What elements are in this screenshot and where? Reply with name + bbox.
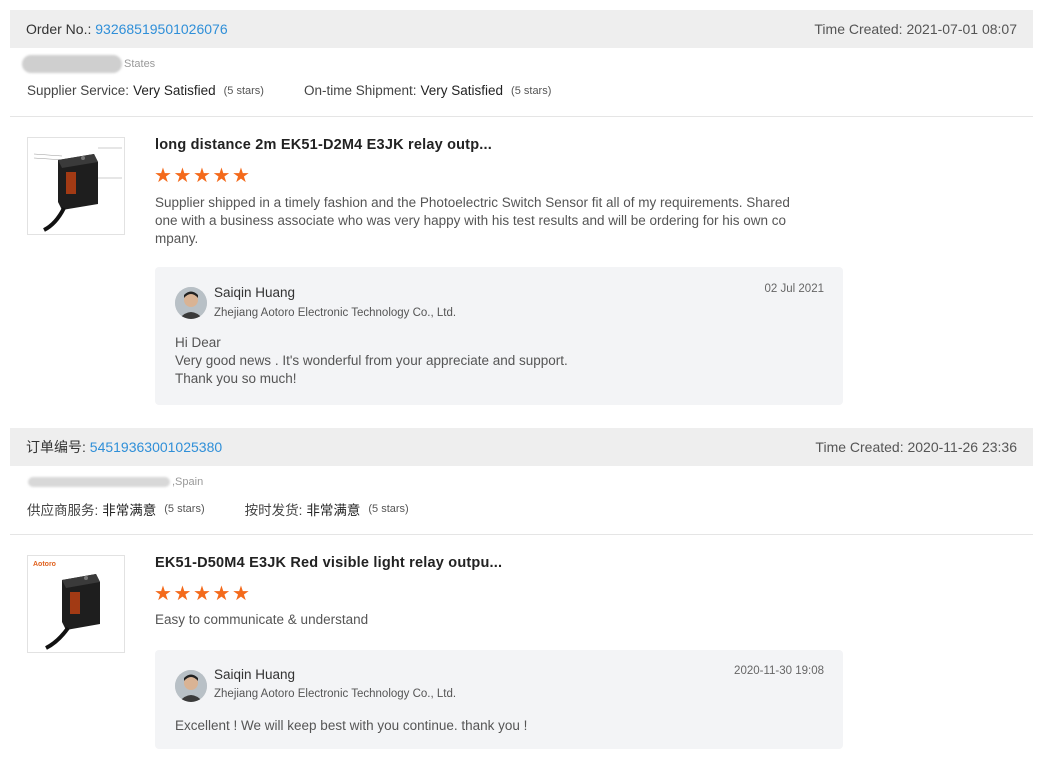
buyer-location: ,Spain [22, 473, 203, 491]
review-comment: Easy to communicate & understand [155, 612, 369, 627]
order-number-label: 订单编号: [26, 439, 86, 455]
star-icon: ★ [232, 583, 250, 605]
star-icon: ★ [212, 165, 231, 187]
reply-text: Hi Dear Very good news . It's wonderful … [175, 334, 568, 388]
reply-line: Hi Dear [175, 335, 221, 350]
reply-date: 02 Jul 2021 [764, 283, 824, 295]
shipment-label: 按时发货: [244, 503, 303, 518]
seller-name: Saiqin Huang [214, 667, 296, 682]
star-icon: ★ [193, 165, 211, 187]
reply-date: 2020-11-30 19:08 [734, 665, 824, 677]
buyer-info: States Supplier Service: Very Satisfied … [10, 48, 1033, 117]
product-thumbnail[interactable] [27, 137, 125, 235]
order-number-block: Order No.: 93268519501026076 [26, 21, 228, 37]
seller-name: Saiqin Huang [214, 285, 296, 300]
order-number-label: Order No.: [26, 21, 92, 37]
order-number-link[interactable]: 93268519501026076 [95, 21, 227, 37]
rating-stars: ★ ★ ★ ★ ★ [154, 584, 252, 604]
review-card: 订单编号: 54519363001025380 Time Created: 20… [10, 428, 1033, 749]
brand-logo-text: Aotoro [33, 561, 56, 568]
seller-company: Zhejiang Aotoro Electronic Technology Co… [214, 688, 457, 700]
seller-avatar [175, 287, 207, 319]
supplier-service-value: Very Satisfied [133, 83, 216, 98]
order-header: Order No.: 93268519501026076 Time Create… [10, 10, 1033, 48]
star-icon: ★ [212, 583, 231, 605]
supplier-service-label: 供应商服务: [27, 503, 99, 518]
product-title[interactable]: EK51-D50M4 E3JK Red visible light relay … [155, 555, 502, 571]
time-created: Time Created: 2021-07-01 08:07 [814, 21, 1017, 37]
product-thumbnail[interactable]: Aotoro [27, 555, 125, 653]
order-number-block: 订单编号: 54519363001025380 [26, 437, 222, 457]
shipment-value: 非常满意 [306, 503, 361, 518]
time-created: Time Created: 2020-11-26 23:36 [815, 439, 1017, 455]
order-header: 订单编号: 54519363001025380 Time Created: 20… [10, 428, 1033, 466]
reply-line: Very good news . It's wonderful from you… [175, 353, 568, 368]
star-icon: ★ [154, 165, 172, 187]
star-icon: ★ [154, 583, 172, 605]
supplier-service-value: 非常满意 [102, 503, 157, 518]
reply-line: Excellent ! We will keep best with you c… [175, 718, 528, 733]
rating-stars: ★ ★ ★ ★ ★ [154, 166, 252, 186]
buyer-info: ,Spain 供应商服务: 非常满意 (5 stars) 按时发货: 非常满意 … [10, 466, 1033, 535]
seller-company: Zhejiang Aotoro Electronic Technology Co… [214, 307, 457, 319]
product-title[interactable]: long distance 2m EK51-D2M4 E3JK relay ou… [155, 137, 492, 153]
supplier-service-label: Supplier Service: [27, 83, 130, 98]
supplier-service-stars: (5 stars) [164, 503, 205, 515]
buyer-name-redacted [22, 55, 122, 73]
reply-text: Excellent ! We will keep best with you c… [175, 717, 527, 735]
seller-avatar [175, 670, 207, 702]
buyer-location: States [22, 55, 155, 73]
shipment-stars: (5 stars) [511, 84, 552, 97]
star-icon: ★ [232, 165, 250, 187]
buyer-country: States [124, 58, 156, 70]
order-number-link[interactable]: 54519363001025380 [90, 439, 222, 455]
reply-line: Thank you so much! [175, 371, 297, 386]
shipment-label: On-time Shipment: [303, 83, 417, 98]
buyer-country: ,Spain [172, 476, 204, 488]
seller-reply: Saiqin Huang Zhejiang Aotoro Electronic … [155, 267, 843, 405]
shipment-value: Very Satisfied [420, 83, 504, 98]
review-comment: Supplier shipped in a timely fashion and… [155, 195, 790, 246]
shipment-stars: (5 stars) [368, 503, 409, 515]
seller-reply: Saiqin Huang Zhejiang Aotoro Electronic … [155, 650, 843, 749]
review-card: Order No.: 93268519501026076 Time Create… [10, 10, 1033, 405]
buyer-name-redacted [28, 477, 170, 487]
supplier-service-stars: (5 stars) [223, 84, 264, 97]
seller-ratings: Supplier Service: Very Satisfied (5 star… [27, 83, 551, 98]
star-icon: ★ [173, 583, 192, 605]
seller-ratings: 供应商服务: 非常满意 (5 stars) 按时发货: 非常满意 (5 star… [27, 499, 409, 519]
star-icon: ★ [173, 165, 192, 187]
star-icon: ★ [193, 583, 211, 605]
